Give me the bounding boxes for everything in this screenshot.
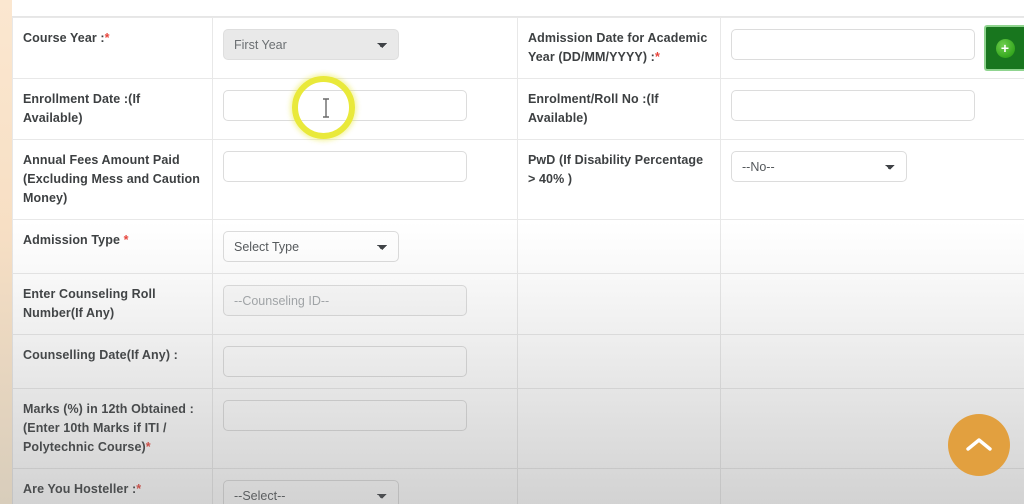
form-field-cell-secondary	[720, 17, 1024, 79]
field-label: Annual Fees Amount Paid (Excluding Mess …	[23, 153, 201, 205]
table-top-partial-row	[12, 0, 1024, 17]
form-row: Course Year :* First Year Admission Date f…	[12, 17, 1024, 79]
admission-type-select[interactable]: Select Type	[223, 231, 399, 262]
form-field-cell	[212, 273, 518, 335]
form-label-cell-secondary: Enrolment/Roll No :(If Available)	[517, 78, 721, 140]
student-admission-form-table: Course Year :* First Year Admission Date f…	[12, 17, 1024, 504]
field-label: Course Year :	[23, 31, 105, 45]
form-field-cell: Select Type	[212, 219, 518, 274]
form-row: Enrollment Date :(If Available) Enrolment…	[12, 78, 1024, 140]
enrollment-date-input[interactable]	[223, 90, 467, 121]
form-label-cell: Enrollment Date :(If Available)	[12, 78, 213, 140]
form-row: Marks (%) in 12th Obtained : (Enter 10th…	[12, 388, 1024, 469]
form-field-cell	[212, 78, 518, 140]
required-asterisk: *	[104, 31, 110, 45]
required-asterisk: *	[136, 482, 142, 496]
hosteller-select[interactable]: --Select--	[223, 480, 399, 504]
admission-date-input[interactable]	[731, 29, 975, 60]
field-label: Enrollment Date :(If Available)	[23, 92, 141, 125]
field-label: Admission Date for Academic Year (DD/MM/…	[528, 31, 708, 64]
form-field-cell: First Year	[212, 17, 518, 79]
required-asterisk: *	[654, 50, 660, 64]
field-label: Admission Type	[23, 233, 124, 247]
form-label-cell-secondary	[517, 388, 721, 469]
form-label-cell-secondary: Admission Date for Academic Year (DD/MM/…	[517, 17, 721, 79]
course-year-select[interactable]: First Year	[223, 29, 399, 60]
required-asterisk: *	[145, 440, 151, 454]
form-field-cell-secondary	[720, 273, 1024, 335]
form-field-cell: --Select--	[212, 468, 518, 504]
field-label: Marks (%) in 12th Obtained : (Enter 10th…	[23, 402, 194, 454]
field-label: Enrolment/Roll No :(If Available)	[528, 92, 659, 125]
form-field-cell-secondary	[720, 219, 1024, 274]
form-field-cell	[212, 139, 518, 220]
field-label: Counselling Date(If Any) :	[23, 348, 178, 362]
form-label-cell-secondary	[517, 219, 721, 274]
form-row: Are You Hosteller :* --Select--	[12, 468, 1024, 504]
plus-icon: +	[995, 38, 1015, 58]
form-field-cell-secondary: --No--	[720, 139, 1024, 220]
form-label-cell: Course Year :*	[12, 17, 213, 79]
enrolment-roll-no-input[interactable]	[731, 90, 975, 121]
page-edge-strip	[0, 0, 12, 504]
form-field-cell	[212, 334, 518, 389]
form-row: Annual Fees Amount Paid (Excluding Mess …	[12, 139, 1024, 220]
form-label-cell-secondary	[517, 334, 721, 389]
form-label-cell: Are You Hosteller :*	[12, 468, 213, 504]
scroll-to-top-button[interactable]	[948, 414, 1010, 476]
counselling-date-input[interactable]	[223, 346, 467, 377]
form-label-cell: Marks (%) in 12th Obtained : (Enter 10th…	[12, 388, 213, 469]
form-row: Enter Counseling Roll Number(If Any)	[12, 273, 1024, 335]
form-label-cell-secondary: PwD (If Disability Percentage > 40% )	[517, 139, 721, 220]
form-label-cell-secondary	[517, 468, 721, 504]
form-label-cell: Annual Fees Amount Paid (Excluding Mess …	[12, 139, 213, 220]
form-row: Counselling Date(If Any) :	[12, 334, 1024, 389]
annual-fees-input[interactable]	[223, 151, 467, 182]
field-label: Enter Counseling Roll Number(If Any)	[23, 287, 156, 320]
add-row-button[interactable]: +	[984, 25, 1024, 71]
form-field-cell-secondary	[720, 334, 1024, 389]
chevron-up-icon	[965, 436, 993, 454]
form-row: Admission Type * Select Type	[12, 219, 1024, 274]
form-table-body: Course Year :* First Year Admission Date f…	[12, 17, 1024, 504]
form-field-cell	[212, 388, 518, 469]
field-label: Are You Hosteller :	[23, 482, 137, 496]
form-label-cell: Counselling Date(If Any) :	[12, 334, 213, 389]
required-asterisk: *	[123, 233, 129, 247]
marks-12th-input[interactable]	[223, 400, 467, 431]
pwd-select[interactable]: --No--	[731, 151, 907, 182]
counseling-roll-number-input[interactable]	[223, 285, 467, 316]
form-label-cell: Enter Counseling Roll Number(If Any)	[12, 273, 213, 335]
form-label-cell: Admission Type *	[12, 219, 213, 274]
field-label: PwD (If Disability Percentage > 40% )	[528, 153, 704, 186]
form-label-cell-secondary	[517, 273, 721, 335]
form-field-cell-secondary	[720, 78, 1024, 140]
page-root: Course Year :* First Year Admission Date f…	[0, 0, 1024, 504]
